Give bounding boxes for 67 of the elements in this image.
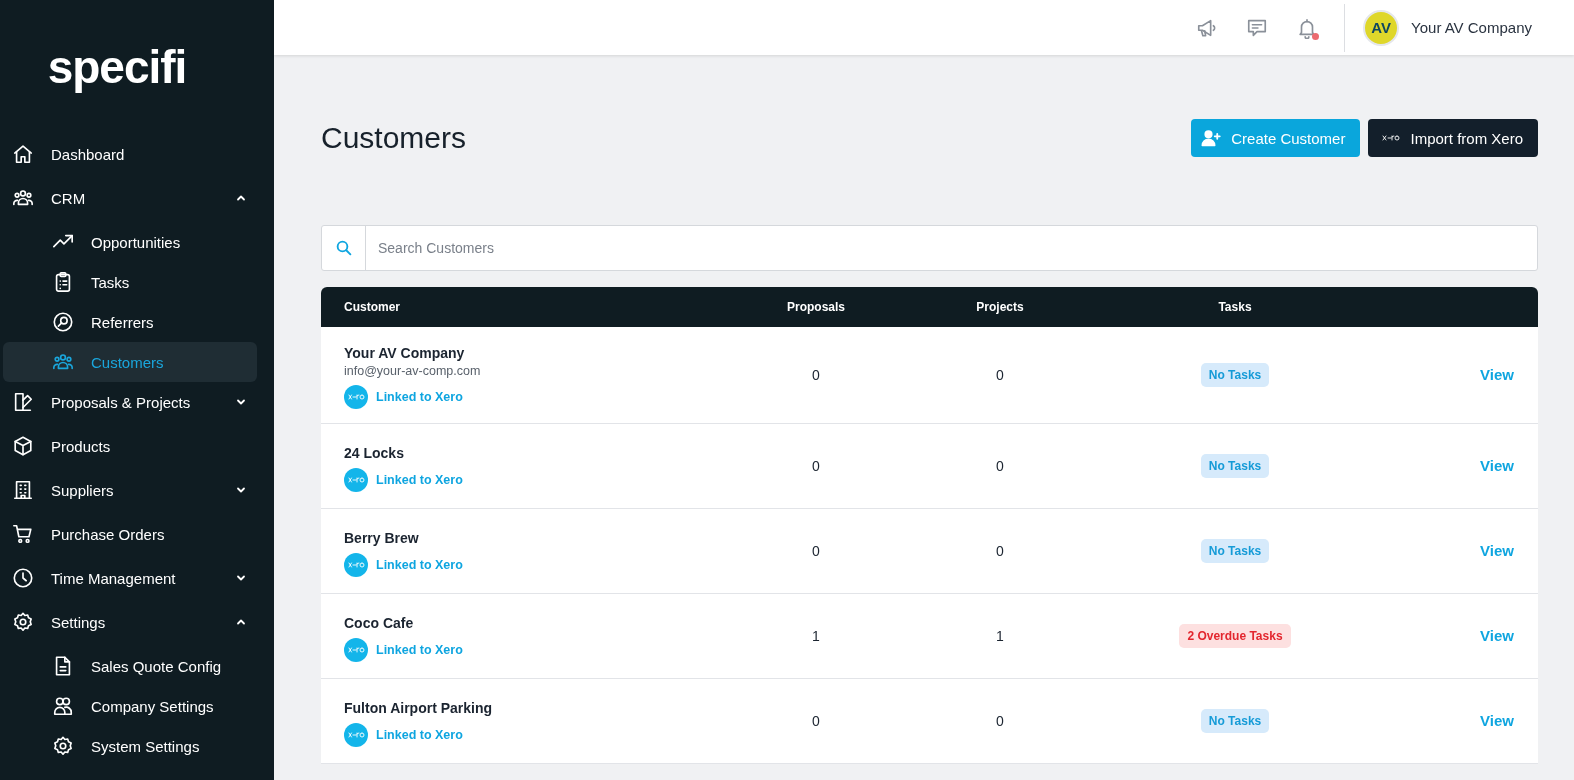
import-button[interactable]: Import from Xero [1368,119,1538,157]
avatar[interactable]: AV [1363,9,1400,46]
table-cell: 0 [812,458,820,474]
circle-logo-icon [344,637,368,662]
table-cell: 0 [996,713,1004,729]
sidebar-item[interactable]: CRM [3,178,257,218]
chevron-up-icon [236,617,246,627]
customer-name: Fulton Airport Parking [344,699,494,716]
search-icon [334,239,353,257]
tasks-status-badge: 2 Overdue Tasks [1179,624,1291,648]
customer-email: info@your-av-comp.com [344,364,482,378]
sidebar-item[interactable]: Referrers [3,302,257,342]
magnifier-circle-icon [52,311,74,333]
small-logo-icon [1382,133,1401,143]
sidebar-item[interactable]: Customers [3,342,257,382]
clock-icon [12,567,34,589]
sidebar-item[interactable]: Purchase Orders [3,514,257,554]
customer-name: Coco Cafe [344,614,415,631]
chevron-down-icon [236,485,246,495]
sidebar-item[interactable]: Settings [3,602,257,642]
table-cell: 0 [812,367,820,383]
column-header: Projects [976,300,1024,314]
tasks-status-badge: No Tasks [1200,539,1270,563]
sidebar-item[interactable]: Proposals & Projects [3,382,257,422]
sidebar-item[interactable]: System Settings [3,726,257,766]
sidebar-item[interactable]: Products [3,426,257,466]
building-icon [12,479,34,501]
table-cell: 0 [812,713,820,729]
table-cell: 0 [996,367,1004,383]
sidebar-item[interactable]: Time Management [3,558,257,598]
circle-logo-icon [344,385,368,409]
table-cell: 1 [812,628,820,644]
circle-logo-icon [344,722,368,747]
account-name: Your AV Company [1411,19,1532,36]
chevron-down-icon [236,573,246,583]
settings-icon [52,735,74,757]
sidebar-item[interactable]: Tasks [3,262,257,302]
cube-icon [12,435,34,457]
circle-logo-icon [344,552,368,577]
tasks-status-badge: No Tasks [1200,363,1270,387]
table-cell: 0 [996,543,1004,559]
page-title: Customers [321,121,467,155]
column-header: Proposals [787,300,845,314]
circle-logo-icon [344,467,368,492]
customer-name: Berry Brew [344,529,420,546]
home-icon [12,143,34,165]
users-icon [52,695,74,717]
column-header: Tasks [1218,300,1252,314]
document-pen-icon [12,391,34,413]
customer-name: 24 Locks [344,444,405,461]
sidebar-item[interactable]: Suppliers [3,470,257,510]
table-cell: 0 [996,458,1004,474]
cart-icon [12,523,34,545]
sidebar-item[interactable]: Company Settings [3,686,257,726]
tasks-status-badge: No Tasks [1200,709,1270,733]
settings-icon [12,611,34,633]
sidebar-item[interactable]: Opportunities [3,222,257,262]
chevron-up-icon [236,193,246,203]
sidebar-item[interactable]: Dashboard [3,134,257,174]
sidebar-item[interactable]: Sales Quote Config [3,646,257,686]
tasks-status-badge: No Tasks [1200,454,1270,478]
customer-name: Your AV Company [344,345,466,361]
table-cell: 0 [812,543,820,559]
chevron-down-icon [236,397,246,407]
column-header: Customer [344,300,401,314]
table-cell: 1 [996,628,1004,644]
add-person-icon [1201,128,1222,148]
